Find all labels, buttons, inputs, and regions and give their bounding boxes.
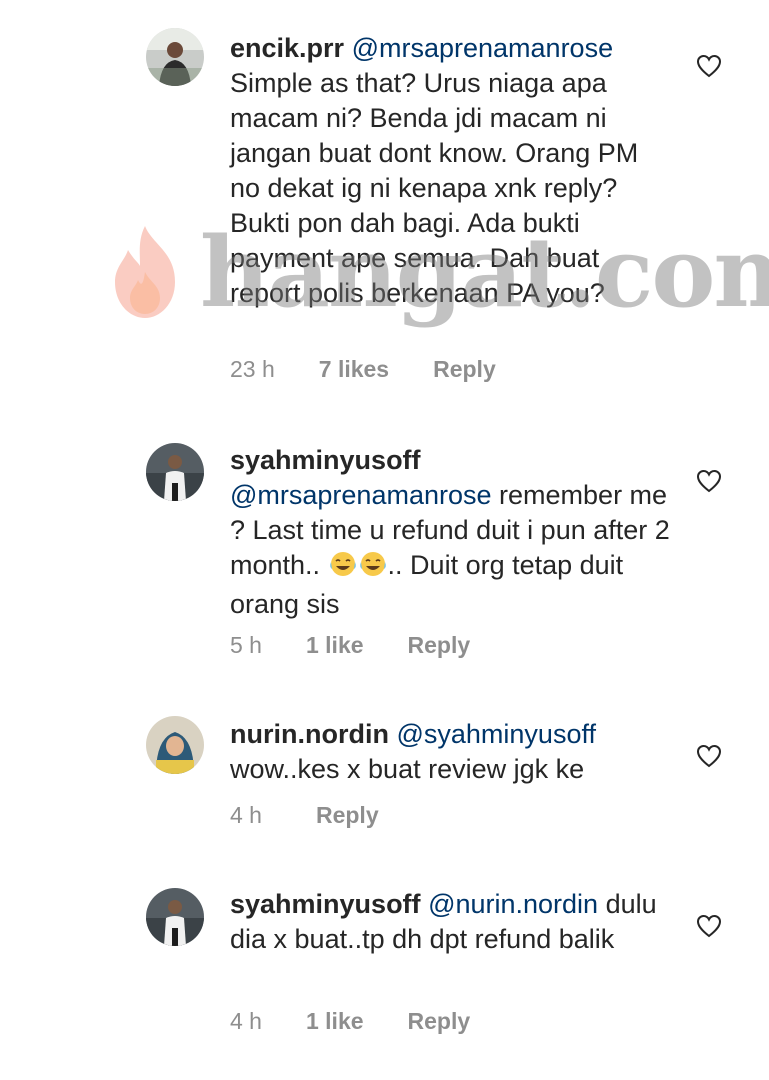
comment-time: 4 h xyxy=(230,802,262,828)
comment-meta: 4 h 1 like Reply xyxy=(230,1008,470,1035)
comment-mention[interactable]: @syahminyusoff xyxy=(396,719,596,749)
reply-button[interactable]: Reply xyxy=(408,632,471,659)
comment-username[interactable]: syahminyusoff xyxy=(230,445,421,475)
comment-text: nurin.nordin @syahminyusoff wow..kes x b… xyxy=(230,717,670,787)
comment-likes[interactable]: 1 like xyxy=(306,1008,364,1035)
comment-time: 5 h xyxy=(230,632,262,658)
comment-username[interactable]: syahminyusoff xyxy=(230,889,421,919)
avatar-syahminyusoff[interactable] xyxy=(146,888,204,946)
reply-button[interactable]: Reply xyxy=(433,356,496,383)
comment-likes[interactable]: 7 likes xyxy=(319,356,389,383)
tears-of-joy-emoji-icon xyxy=(358,550,388,587)
comment-time: 23 h xyxy=(230,356,275,382)
comment-username[interactable]: encik.prr xyxy=(230,33,344,63)
comment-meta: 23 h 7 likes Reply xyxy=(230,356,496,383)
comment-time: 4 h xyxy=(230,1008,262,1034)
flame-logo-icon xyxy=(115,226,175,318)
comment-mention[interactable]: @nurin.nordin xyxy=(428,889,598,919)
heart-icon[interactable] xyxy=(696,469,722,493)
comment-meta: 4 h Reply xyxy=(230,802,379,829)
comment-text: syahminyusoff @mrsaprenamanrose remember… xyxy=(230,443,670,622)
comment-text: syahminyusoff @nurin.nordin dulu dia x b… xyxy=(230,887,670,957)
comment-username[interactable]: nurin.nordin xyxy=(230,719,389,749)
comment-meta: 5 h 1 like Reply xyxy=(230,632,470,659)
heart-icon[interactable] xyxy=(696,54,722,78)
comment-body: Simple as that? Urus niaga apa macam ni?… xyxy=(230,68,639,308)
tears-of-joy-emoji-icon xyxy=(328,550,358,587)
avatar-nurin-nordin[interactable] xyxy=(146,716,204,774)
comment-likes[interactable]: 1 like xyxy=(306,632,364,659)
comment-body: wow..kes x buat review jgk ke xyxy=(230,754,585,784)
heart-icon[interactable] xyxy=(696,914,722,938)
heart-icon[interactable] xyxy=(696,744,722,768)
reply-button[interactable]: Reply xyxy=(408,1008,471,1035)
comment-text: encik.prr @mrsaprenamanrose Simple as th… xyxy=(230,31,670,311)
avatar-encik-prr[interactable] xyxy=(146,28,204,86)
avatar-syahminyusoff[interactable] xyxy=(146,443,204,501)
comment-mention[interactable]: @mrsaprenamanrose xyxy=(230,480,492,510)
comment-mention[interactable]: @mrsaprenamanrose xyxy=(352,33,614,63)
reply-button[interactable]: Reply xyxy=(316,802,379,829)
